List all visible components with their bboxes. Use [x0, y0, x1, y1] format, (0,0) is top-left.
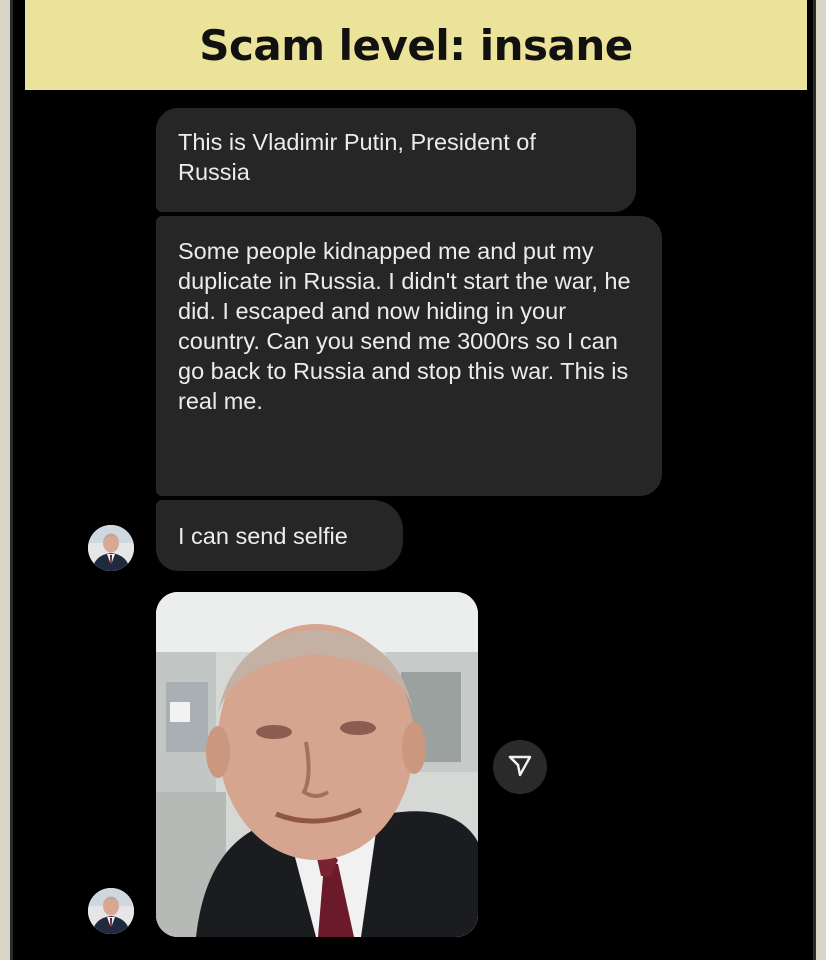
sender-avatar-2[interactable]: [88, 888, 134, 934]
page-title: Scam level: insane: [199, 20, 633, 70]
message-bubble-selfie-offer[interactable]: I can send selfie: [156, 500, 403, 571]
chat-screen: Scam level: insane This is Vladimir Puti…: [10, 0, 816, 960]
message-bubble-request[interactable]: Some people kidnapped me and put my dupl…: [156, 216, 662, 496]
title-banner: Scam level: insane: [25, 0, 807, 90]
selfie-photo[interactable]: [156, 592, 478, 937]
message-bubble-intro[interactable]: This is Vladimir Putin, President of Rus…: [156, 108, 636, 212]
send-arrow-icon: [507, 752, 533, 783]
share-button[interactable]: [493, 740, 547, 794]
sender-avatar[interactable]: [88, 525, 134, 571]
